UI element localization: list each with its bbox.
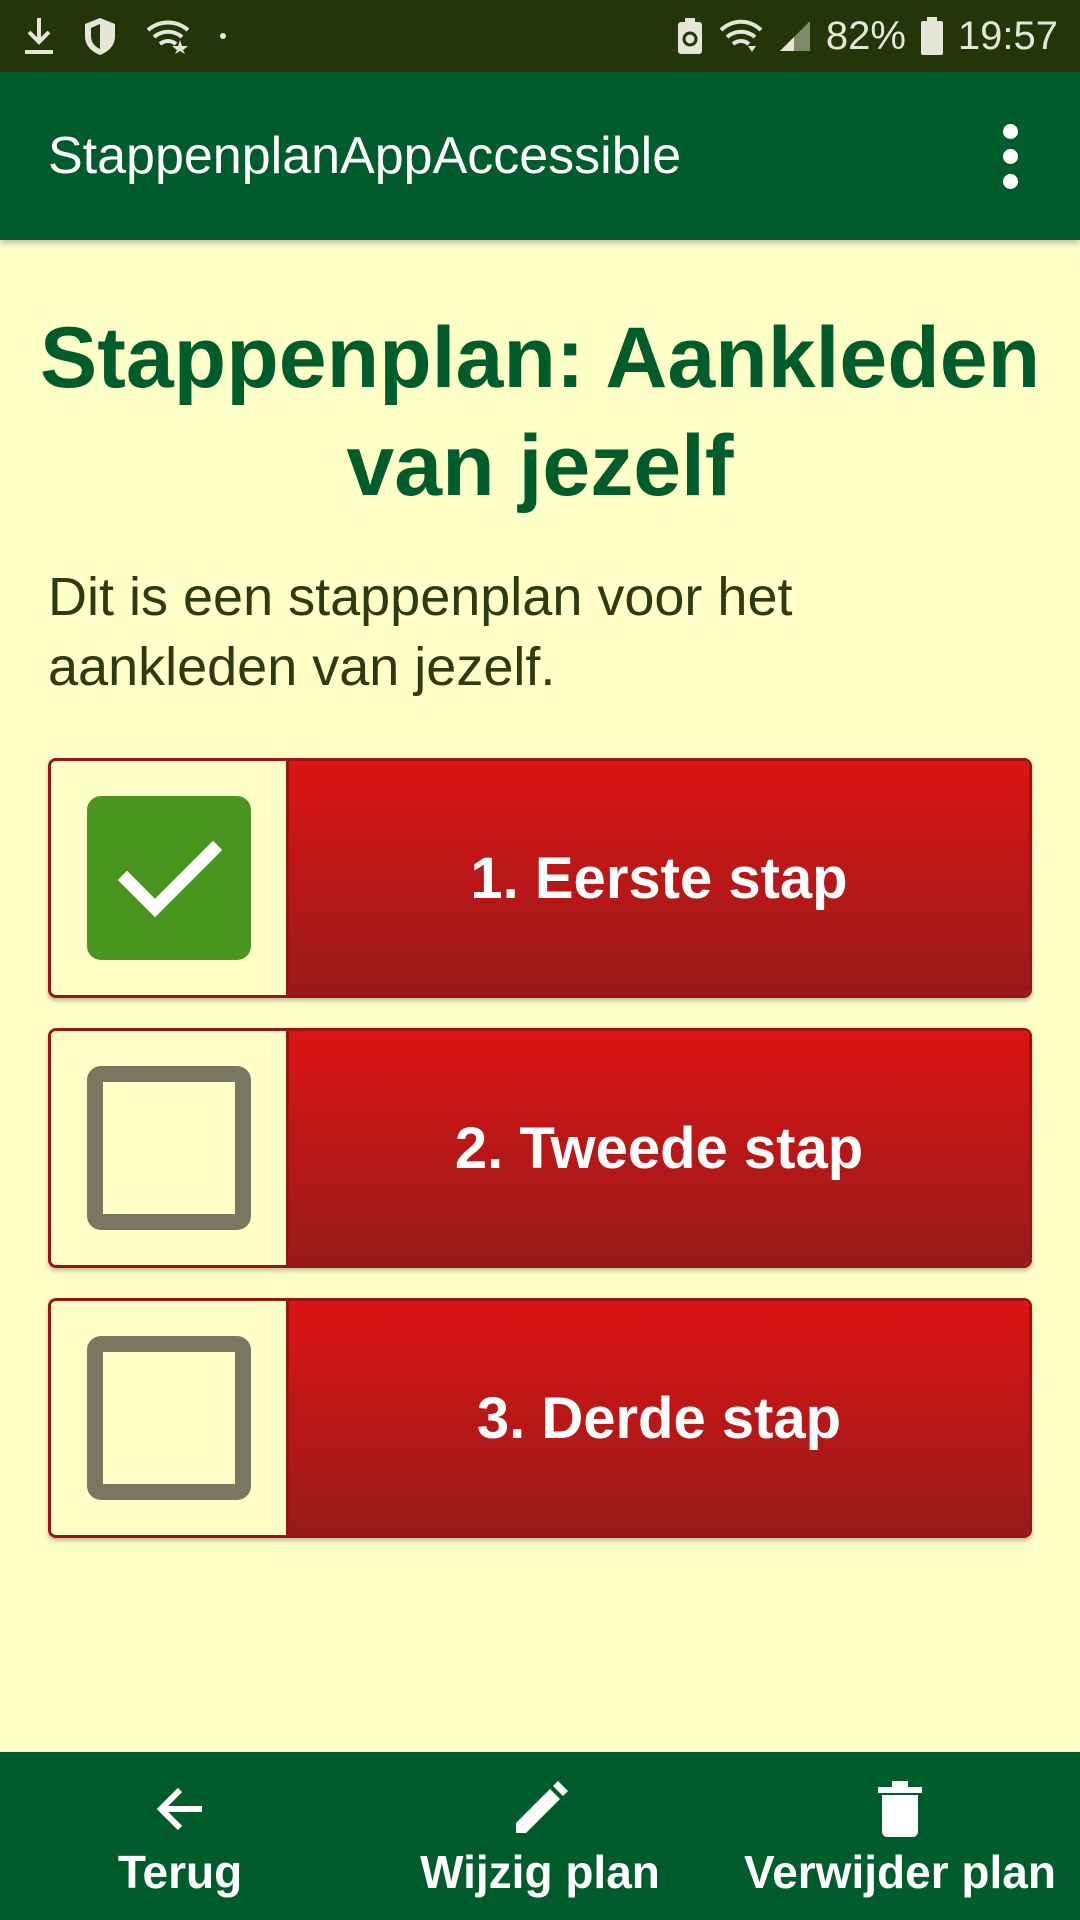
wifi-icon <box>718 18 764 54</box>
step-1-button[interactable]: 1. Eerste stap <box>289 761 1029 995</box>
edit-icon <box>512 1777 568 1841</box>
back-label: Terug <box>117 1846 243 1898</box>
menu-dot <box>1002 123 1018 139</box>
edit-plan-button[interactable]: Wijzig plan <box>360 1752 720 1920</box>
plan-title: Stappenplan: Aankleden van jezelf <box>39 310 1041 514</box>
menu-dot <box>1002 148 1018 164</box>
checkbox-unchecked-icon[interactable] <box>86 1336 251 1500</box>
status-bar: 82% 19:57 <box>0 0 1080 72</box>
clock: 19:57 <box>957 13 1058 58</box>
plan-description: Dit is een stappenplan voor het aanklede… <box>48 567 793 697</box>
wifi-star-icon <box>144 18 192 54</box>
step-3: 3. Derde stap <box>48 1298 1032 1538</box>
dot-icon <box>218 31 228 41</box>
battery-icon <box>920 16 944 56</box>
battery-saver-icon <box>676 16 704 56</box>
signal-icon <box>778 19 812 53</box>
status-right-icons: 82% 19:57 <box>676 14 1058 59</box>
menu-dot <box>1002 173 1018 189</box>
step-3-button[interactable]: 3. Derde stap <box>289 1301 1029 1535</box>
step-2: 2. Tweede stap <box>48 1028 1032 1268</box>
delete-plan-button[interactable]: Verwijder plan <box>720 1752 1080 1920</box>
app-bar: StappenplanAppAccessible <box>0 72 1080 240</box>
arrow-back-icon <box>154 1777 206 1841</box>
checkbox-checked-icon[interactable] <box>86 796 251 960</box>
step-1: 1. Eerste stap <box>48 758 1032 998</box>
battery-percentage: 82% <box>825 13 906 58</box>
edit-plan-label: Wijzig plan <box>420 1846 660 1898</box>
checkbox-unchecked-icon[interactable] <box>86 1066 251 1230</box>
download-icon <box>22 16 56 56</box>
more-vert-icon[interactable] <box>980 116 1040 196</box>
back-button[interactable]: Terug <box>0 1752 360 1920</box>
bottom-navigation: Terug Wijzig plan Verwijder plan <box>0 1752 1080 1920</box>
shield-icon <box>82 16 118 56</box>
status-left-icons <box>22 16 228 56</box>
step-1-checkbox-area[interactable] <box>51 761 289 995</box>
step-2-checkbox-area[interactable] <box>51 1031 289 1265</box>
step-2-button[interactable]: 2. Tweede stap <box>289 1031 1029 1265</box>
delete-plan-label: Verwijder plan <box>744 1846 1056 1898</box>
main-content: Stappenplan: Aankleden van jezelf Dit is… <box>0 240 1080 1752</box>
step-3-checkbox-area[interactable] <box>51 1301 289 1535</box>
delete-icon <box>878 1777 922 1841</box>
app-title: StappenplanAppAccessible <box>48 127 682 185</box>
